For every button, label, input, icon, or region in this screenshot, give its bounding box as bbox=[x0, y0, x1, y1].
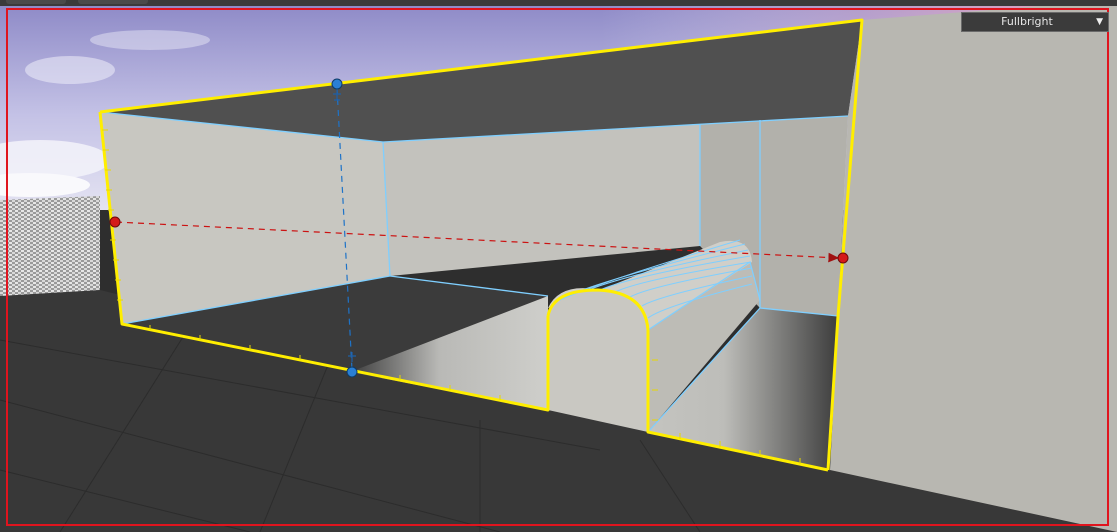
scene-canvas[interactable] bbox=[0, 0, 1117, 532]
tunnel-front-face bbox=[548, 290, 648, 432]
viewport-tab[interactable] bbox=[6, 0, 66, 4]
back-wall bbox=[383, 124, 700, 276]
3d-viewport[interactable]: Fullbright ▼ bbox=[0, 0, 1117, 532]
gizmo-handle-left[interactable] bbox=[109, 216, 121, 228]
distant-ground bbox=[0, 196, 100, 300]
render-mode-label: Fullbright bbox=[1001, 15, 1053, 28]
viewport-top-strip bbox=[0, 0, 1117, 6]
gizmo-handle-right[interactable] bbox=[837, 252, 849, 264]
viewport-tab[interactable] bbox=[78, 0, 148, 4]
right-exterior-wall bbox=[830, 0, 1117, 532]
gizmo-handle-bottom[interactable] bbox=[346, 366, 358, 378]
chevron-down-icon: ▼ bbox=[1096, 17, 1103, 27]
render-mode-dropdown[interactable]: Fullbright ▼ bbox=[961, 12, 1109, 32]
gizmo-handle-top[interactable] bbox=[331, 78, 343, 90]
